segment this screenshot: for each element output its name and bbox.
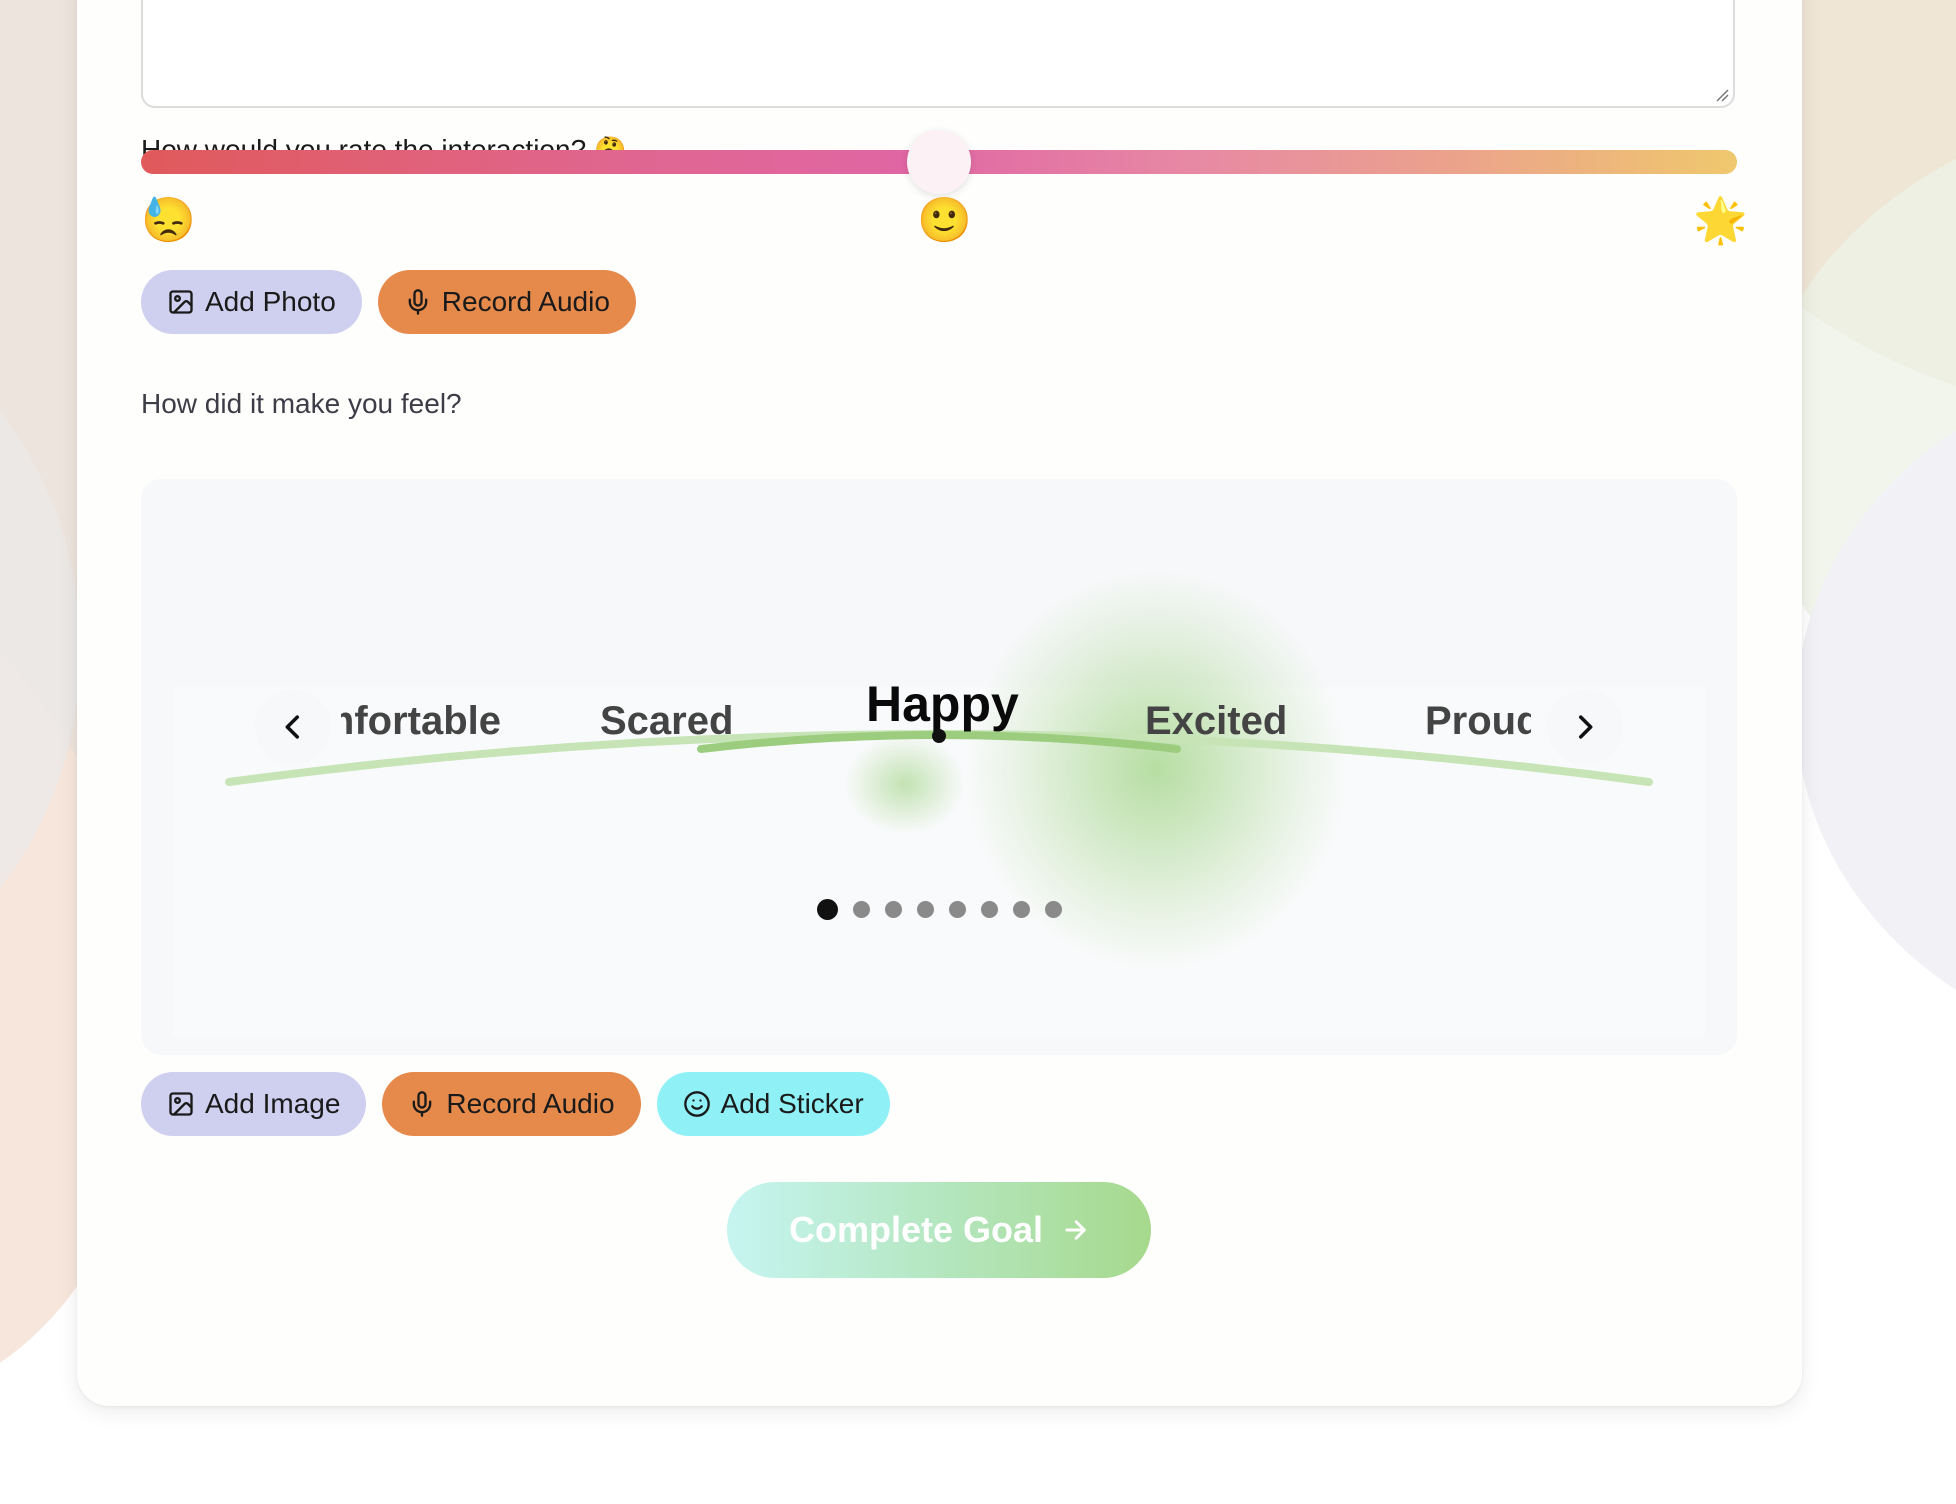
- add-image-button[interactable]: Add Image: [141, 1072, 367, 1136]
- complete-goal-label: Complete Goal: [788, 1209, 1044, 1250]
- page-dot[interactable]: [1044, 901, 1062, 918]
- rating-scale-emojis: 😓 🙂 🌟: [141, 196, 1748, 246]
- add-image-label: Add Image: [205, 1088, 341, 1119]
- arrow-right-icon: [1065, 1220, 1086, 1240]
- rating-actions: Add Photo Record Audio: [141, 270, 636, 334]
- previous-feeling-button[interactable]: [255, 689, 331, 765]
- feeling-option[interactable]: Excited: [1145, 699, 1287, 744]
- feeling-option-selected[interactable]: Happy: [866, 675, 1019, 733]
- add-sticker-label: Add Sticker: [720, 1088, 864, 1119]
- smiling-face-icon: 🙂: [917, 196, 972, 245]
- add-sticker-button[interactable]: Add Sticker: [656, 1072, 890, 1136]
- complete-goal-button[interactable]: Complete Goal: [727, 1182, 1151, 1278]
- add-photo-button[interactable]: Add Photo: [141, 270, 362, 334]
- rating-slider[interactable]: [141, 130, 1737, 194]
- goal-form-card: How would you rate the interaction? 🤔 😓 …: [77, 0, 1802, 1406]
- page-dot[interactable]: [1012, 901, 1030, 918]
- chevron-left-icon: [285, 715, 300, 739]
- smiley-icon: [683, 1091, 710, 1117]
- record-audio-label: Record Audio: [446, 1088, 615, 1119]
- page-dot[interactable]: [852, 901, 870, 918]
- record-audio-button[interactable]: Record Audio: [382, 1072, 641, 1136]
- add-photo-label: Add Photo: [205, 286, 336, 317]
- page-dot[interactable]: [884, 901, 902, 918]
- record-audio-label: Record Audio: [441, 286, 610, 317]
- sad-face-icon: 😓: [141, 196, 196, 245]
- feelings-question: How did it make you feel?: [141, 388, 462, 419]
- record-audio-button[interactable]: Record Audio: [377, 270, 636, 334]
- selection-indicator: [932, 729, 946, 743]
- page-dot[interactable]: [948, 901, 966, 918]
- feeling-option[interactable]: Proud: [1425, 699, 1531, 744]
- chevron-right-icon: [1578, 715, 1593, 739]
- star-icon: 🌟: [1693, 196, 1748, 245]
- resize-handle-icon[interactable]: [1715, 88, 1729, 102]
- page-dot-active[interactable]: [816, 899, 838, 920]
- next-feeling-button[interactable]: [1547, 689, 1623, 765]
- page-indicator: [141, 899, 1737, 920]
- wheel-arc: [225, 730, 1653, 786]
- feeling-actions: Add Image Record Audio Add Sticker: [141, 1072, 890, 1136]
- microphone-icon: [408, 289, 428, 315]
- notes-textarea[interactable]: [141, 0, 1735, 108]
- feeling-option[interactable]: Scared: [600, 699, 733, 744]
- image-icon: [169, 290, 193, 314]
- microphone-icon: [413, 1091, 432, 1117]
- image-icon: [169, 1092, 193, 1116]
- page-dot[interactable]: [980, 901, 998, 918]
- rating-slider-thumb[interactable]: [907, 130, 971, 194]
- feelings-wheel[interactable]: Uncomfortable Scared Happy Excited Proud: [141, 479, 1737, 1055]
- page-dot[interactable]: [916, 901, 934, 918]
- feeling-option[interactable]: Uncomfortable: [341, 699, 501, 744]
